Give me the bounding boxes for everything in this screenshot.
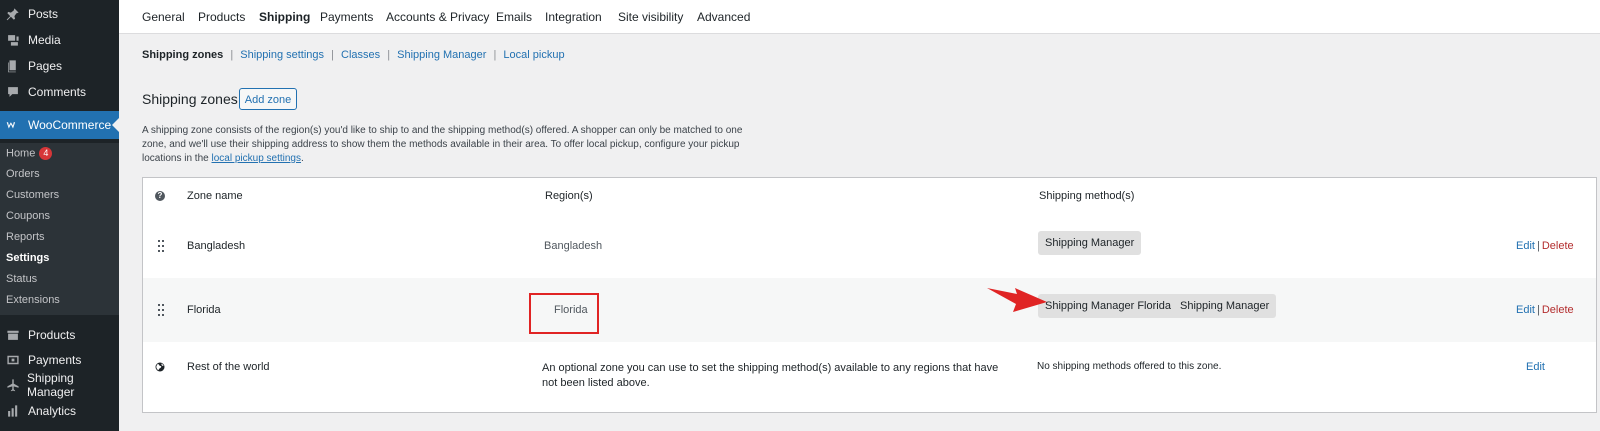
pages-icon [4, 57, 22, 75]
submenu-status[interactable]: Status [6, 273, 37, 285]
tab-payments[interactable]: Payments [320, 10, 373, 24]
menu-products[interactable]: Products [0, 322, 119, 348]
action-separator: | [1536, 240, 1540, 252]
delete-link[interactable]: Delete [1542, 240, 1574, 252]
table-row: Rest of the world An optional zone you c… [143, 342, 1596, 412]
subnav-separator: | [230, 49, 234, 61]
menu-analytics[interactable]: Analytics [0, 398, 119, 424]
no-methods-text: No shipping methods offered to this zone… [1037, 361, 1222, 372]
zone-region: Bangladesh [544, 240, 603, 252]
media-icon [4, 31, 22, 49]
highlight-box [529, 293, 599, 334]
zone-region-description: An optional zone you can use to set the … [542, 362, 999, 389]
shipping-subnav: Shipping zones | Shipping settings | Cla… [142, 49, 565, 61]
zone-name[interactable]: Florida [187, 304, 221, 316]
menu-media[interactable]: Media [0, 27, 119, 53]
submenu-extensions[interactable]: Extensions [6, 294, 60, 306]
submenu-orders[interactable]: Orders [6, 168, 40, 180]
settings-tabs: General Products Shipping Payments Accou… [119, 0, 1600, 34]
pin-icon [4, 5, 22, 23]
menu-label: Media [28, 33, 61, 47]
submenu-reports[interactable]: Reports [6, 231, 45, 243]
tab-products[interactable]: Products [198, 10, 245, 24]
menu-woocommerce[interactable]: WooCommerce [0, 111, 119, 139]
subnav-shipping-settings[interactable]: Shipping settings [240, 49, 324, 61]
row-actions: Edit | Delete [1516, 304, 1574, 316]
row-actions: Edit [1526, 361, 1545, 373]
red-arrow-icon [987, 288, 1047, 312]
header-regions: Region(s) [545, 190, 593, 202]
submenu-home[interactable]: Home 4 [6, 147, 53, 160]
shipping-method-tag[interactable]: Shipping Manager Florida [1038, 294, 1178, 318]
menu-label: Comments [28, 85, 87, 99]
menu-label: WooCommerce [28, 118, 112, 132]
shipping-zones-table: ? Zone name Region(s) Shipping method(s)… [142, 177, 1597, 413]
shipping-method-tag[interactable]: Shipping Manager [1038, 231, 1142, 255]
menu-payments[interactable]: Payments [0, 347, 119, 373]
description-end: . [301, 153, 304, 164]
table-row: Bangladesh Bangladesh Shipping Manager E… [143, 214, 1596, 278]
woocommerce-submenu: Home 4 Orders Customers Coupons Reports S… [0, 143, 119, 315]
analytics-icon [4, 402, 22, 420]
shipping-method-tag[interactable]: Shipping Manager [1173, 294, 1277, 318]
page-title: Shipping zones [142, 91, 238, 107]
zone-name: Rest of the world [187, 361, 270, 373]
globe-icon [155, 362, 165, 372]
header-shipping-methods: Shipping method(s) [1039, 190, 1135, 202]
submenu-settings[interactable]: Settings [6, 252, 49, 264]
products-icon [4, 326, 22, 344]
row-actions: Edit | Delete [1516, 240, 1574, 252]
menu-label: Analytics [28, 404, 77, 418]
menu-label: Products [28, 328, 76, 342]
submenu-label: Home [6, 147, 36, 160]
admin-sidebar: Posts Media Pages Comments WooCommerce H… [0, 0, 119, 431]
local-pickup-settings-link[interactable]: local pickup settings [212, 153, 302, 164]
tab-site-visibility[interactable]: Site visibility [618, 10, 683, 24]
tab-advanced[interactable]: Advanced [697, 10, 750, 24]
subnav-classes[interactable]: Classes [341, 49, 380, 61]
plane-icon [4, 376, 21, 394]
tab-integration[interactable]: Integration [545, 10, 602, 24]
subnav-separator: | [331, 49, 334, 61]
tab-general[interactable]: General [142, 10, 185, 24]
action-separator: | [1536, 304, 1540, 316]
subnav-separator: | [493, 49, 497, 61]
woo-icon [4, 116, 22, 134]
zone-name[interactable]: Bangladesh [187, 240, 245, 252]
tab-emails[interactable]: Emails [496, 10, 532, 24]
menu-label: Posts [28, 7, 59, 21]
notification-badge: 4 [39, 147, 53, 160]
delete-link[interactable]: Delete [1542, 304, 1574, 316]
subnav-shipping-manager[interactable]: Shipping Manager [397, 49, 486, 61]
table-row: Florida Florida Shipping Manager Florida… [143, 278, 1596, 343]
payments-icon [4, 351, 22, 369]
help-icon[interactable]: ? [155, 191, 165, 201]
tab-shipping[interactable]: Shipping [259, 10, 310, 24]
table-header: ? Zone name Region(s) Shipping method(s) [143, 178, 1596, 215]
subnav-shipping-zones[interactable]: Shipping zones [142, 49, 223, 61]
menu-label: Pages [28, 59, 63, 73]
submenu-customers[interactable]: Customers [6, 189, 59, 201]
drag-handle-icon[interactable] [158, 304, 166, 316]
submenu-coupons[interactable]: Coupons [6, 210, 50, 222]
tab-accounts-privacy[interactable]: Accounts & Privacy [386, 10, 489, 24]
drag-handle-icon[interactable] [158, 240, 166, 252]
edit-link[interactable]: Edit [1516, 240, 1535, 252]
menu-label: Payments [28, 353, 82, 367]
menu-shipping-manager[interactable]: Shipping Manager [0, 371, 119, 399]
subnav-local-pickup[interactable]: Local pickup [503, 49, 564, 61]
menu-posts[interactable]: Posts [0, 1, 119, 27]
menu-label: Shipping Manager [27, 371, 75, 399]
edit-link[interactable]: Edit [1516, 304, 1535, 316]
header-zone-name: Zone name [187, 190, 243, 202]
menu-comments[interactable]: Comments [0, 79, 119, 105]
zones-description: A shipping zone consists of the region(s… [142, 124, 757, 166]
add-zone-button[interactable]: Add zone [239, 88, 297, 110]
menu-pages[interactable]: Pages [0, 53, 119, 79]
comment-icon [4, 83, 22, 101]
edit-link[interactable]: Edit [1526, 361, 1545, 373]
subnav-separator: | [387, 49, 391, 61]
